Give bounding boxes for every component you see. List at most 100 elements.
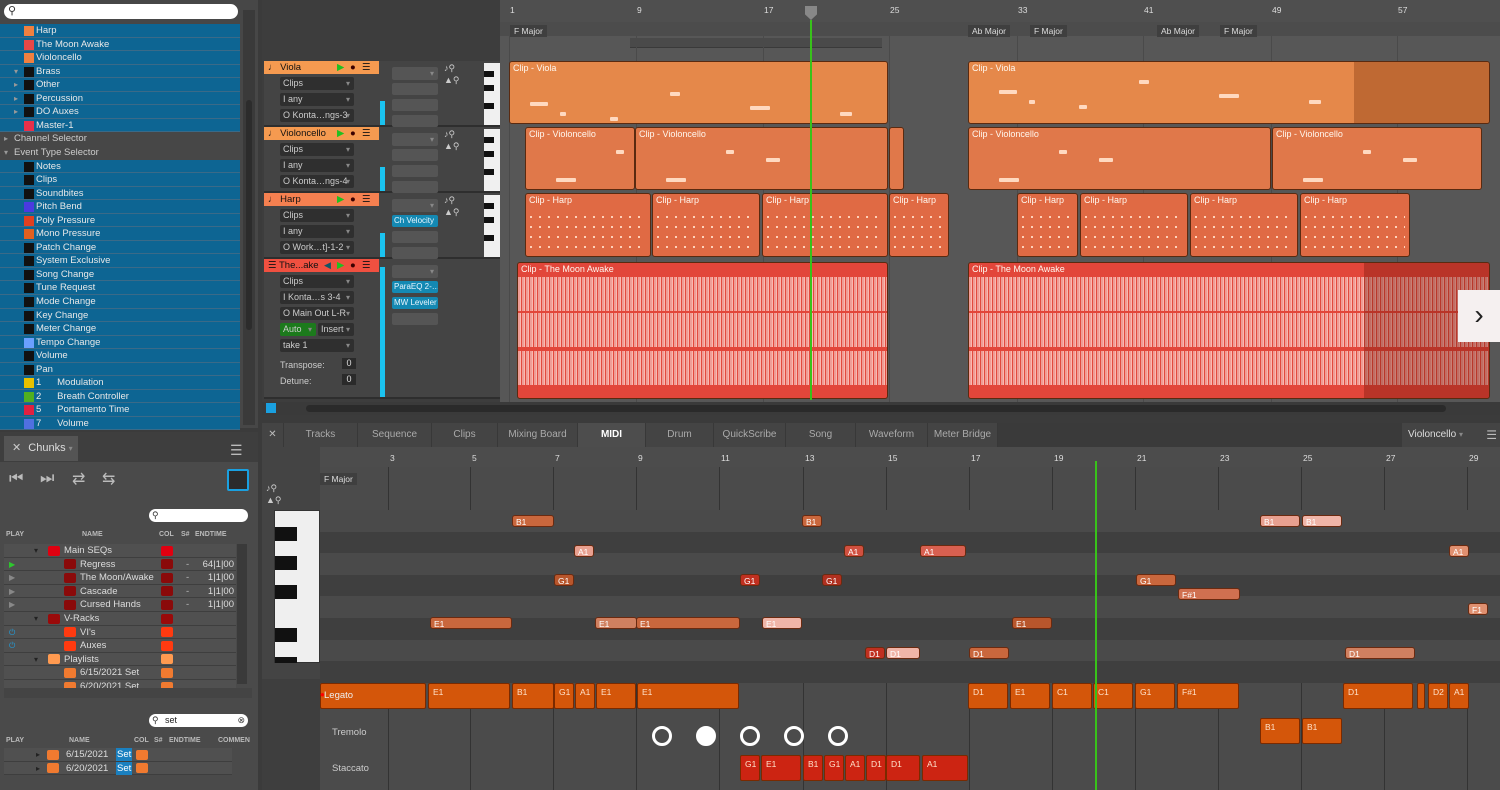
menu-icon[interactable]: ☰ xyxy=(362,61,371,74)
fx-slot[interactable] xyxy=(392,99,438,111)
fx-slot[interactable] xyxy=(392,231,438,243)
input-dropdown[interactable]: Clips xyxy=(280,275,354,288)
mini-keyboard[interactable] xyxy=(484,63,500,125)
clip[interactable]: Clip - Harp xyxy=(1017,193,1078,257)
col-color[interactable]: COL xyxy=(159,531,174,538)
piano-roll[interactable]: 3 5 7 9 11 13 15 17 19 21 23 25 27 29 F Major B1 B1 B1 B1 A… xyxy=(262,447,1500,790)
legato-note[interactable]: B1 xyxy=(512,683,554,709)
tremolo-note[interactable]: B1 xyxy=(1260,718,1300,744)
midi-note[interactable]: D1 xyxy=(886,647,920,659)
midi-note[interactable]: E1 xyxy=(1012,617,1052,629)
staccato-note[interactable]: B1 xyxy=(803,755,823,781)
clip[interactable]: Clip - The Moon Awake xyxy=(968,262,1490,399)
track-header[interactable]: ♩ Viola ▶ ● ☰ Clips I any O Konta…ngs-3 ♪⚲ ▲⚲ xyxy=(264,61,500,127)
tab-song[interactable]: Song xyxy=(786,423,856,447)
tree-item[interactable]: Mono Pressure xyxy=(0,227,240,241)
legato-note[interactable]: C1 xyxy=(1093,683,1133,709)
previous-icon[interactable]: ⏮ xyxy=(9,470,23,488)
clip[interactable] xyxy=(889,127,904,190)
color-swatch[interactable] xyxy=(161,613,173,624)
color-swatch[interactable] xyxy=(136,749,148,760)
track-header[interactable]: ☰ The...ake◀▶●☰ClipsI Konta…s 3-4O Main … xyxy=(264,259,500,399)
clip[interactable]: Clip - Harp xyxy=(889,193,949,257)
tree-item[interactable]: Pitch Bend xyxy=(0,200,240,214)
layout-toggle-icon[interactable] xyxy=(227,469,249,491)
expand-arrow-icon[interactable]: ▸ xyxy=(36,762,40,775)
expand-arrow-icon[interactable]: ▸ xyxy=(4,132,8,145)
midi-note[interactable]: F#1 xyxy=(1178,588,1240,600)
fx-dropdown[interactable] xyxy=(392,67,438,80)
clip[interactable]: Clip - Violoncello xyxy=(525,127,635,190)
staccato-note[interactable]: A1 xyxy=(845,755,865,781)
tree-item[interactable]: System Exclusive xyxy=(0,254,240,268)
midi-note[interactable]: D1 xyxy=(865,647,885,659)
color-swatch[interactable] xyxy=(161,586,173,597)
result-row[interactable]: ▸ 6/15/2021 Set xyxy=(4,748,232,762)
clip[interactable]: Clip - Harp xyxy=(1080,193,1188,257)
expand-arrow-icon[interactable]: ▸ xyxy=(14,105,18,118)
col-endtime[interactable]: ENDTIME xyxy=(195,531,227,538)
track-header[interactable]: ♩ Harp ▶ ● ☰ Clips I any O Work…t]-1-2 Ch Veloc… xyxy=(264,193,500,259)
transpose-value[interactable]: 0 xyxy=(342,358,356,369)
pagination-dot[interactable] xyxy=(696,726,716,746)
fx-slot[interactable] xyxy=(392,165,438,177)
midi-note[interactable]: G1 xyxy=(740,574,760,586)
midi-note[interactable]: F1 xyxy=(1468,603,1488,615)
next-arrow-button[interactable]: › xyxy=(1458,290,1500,342)
fx-slot[interactable] xyxy=(392,83,438,95)
color-swatch[interactable] xyxy=(161,559,173,570)
fx-slot[interactable] xyxy=(392,247,438,259)
play-icon[interactable]: ▶ xyxy=(9,571,15,584)
clip[interactable]: Clip - Harp xyxy=(652,193,760,257)
midi-note[interactable]: G1 xyxy=(554,574,574,586)
tab-mixing-board[interactable]: Mixing Board xyxy=(498,423,578,447)
key-signature[interactable]: F Major xyxy=(1220,25,1257,37)
color-swatch[interactable] xyxy=(136,763,148,774)
fx-slot[interactable] xyxy=(392,313,438,325)
fx-dropdown[interactable] xyxy=(392,199,438,212)
midi-note[interactable]: A1 xyxy=(844,545,864,557)
expand-arrow-icon[interactable]: ▾ xyxy=(34,653,38,666)
midi-note[interactable]: B1 xyxy=(802,515,822,527)
output-dropdown[interactable]: O Main Out L-R xyxy=(280,307,354,320)
splitter[interactable] xyxy=(4,688,252,698)
clip[interactable]: Clip - Violoncello xyxy=(968,127,1271,190)
pagination-dot[interactable] xyxy=(740,726,760,746)
tree-item[interactable]: Harp xyxy=(0,24,240,38)
result-row[interactable]: ▸ 6/20/2021 Set xyxy=(4,761,232,776)
close-icon[interactable]: ✕ xyxy=(12,442,21,454)
fx-slot[interactable] xyxy=(392,149,438,161)
loop-icon[interactable]: ⇆ xyxy=(102,469,115,489)
expand-arrow-icon[interactable]: ▸ xyxy=(14,92,18,105)
col2-endtime[interactable]: ENDTIME xyxy=(169,737,201,744)
clip[interactable]: Clip - The Moon Awake xyxy=(517,262,888,399)
play-icon[interactable]: ▶ xyxy=(337,127,344,140)
chunks-scrollbar[interactable] xyxy=(237,544,247,684)
color-swatch[interactable] xyxy=(161,599,173,610)
expand-arrow-icon[interactable]: ▸ xyxy=(14,78,18,91)
speaker-icon[interactable]: ◀ xyxy=(324,259,331,272)
channel-dropdown[interactable]: I Konta…s 3-4 xyxy=(280,291,354,304)
chunk-row[interactable]: ▶ The Moon/Awake - 1|1|00 xyxy=(4,571,236,585)
staccato-note[interactable]: G1 xyxy=(824,755,844,781)
fx-slot[interactable] xyxy=(392,181,438,193)
legato-note[interactable]: D1 xyxy=(968,683,1008,709)
input-dropdown[interactable]: Clips xyxy=(280,209,354,222)
midi-note[interactable]: G1 xyxy=(822,574,842,586)
midi-note[interactable]: E1 xyxy=(762,617,802,629)
pagination-dot[interactable] xyxy=(828,726,848,746)
legato-note[interactable]: F#1 xyxy=(1177,683,1239,709)
color-swatch[interactable] xyxy=(161,572,173,583)
color-swatch[interactable] xyxy=(161,545,173,556)
staccato-note[interactable]: E1 xyxy=(761,755,801,781)
tree-item[interactable]: Tune Request xyxy=(0,281,240,295)
clips-pane[interactable]: 1 9 17 25 33 41 49 57 F Major Ab Major F Major Ab … xyxy=(500,0,1500,415)
staccato-note[interactable]: D1 xyxy=(866,755,886,781)
tree-item[interactable]: Violoncello xyxy=(0,51,240,65)
loop-region[interactable] xyxy=(630,38,882,48)
expand-arrow-icon[interactable]: ▾ xyxy=(34,544,38,557)
pagination-dot[interactable] xyxy=(784,726,804,746)
clip[interactable]: Clip - Harp xyxy=(762,193,888,257)
col2-play[interactable]: PLAY xyxy=(6,737,24,744)
chunk-row[interactable]: ▾ Playlists xyxy=(4,652,236,667)
